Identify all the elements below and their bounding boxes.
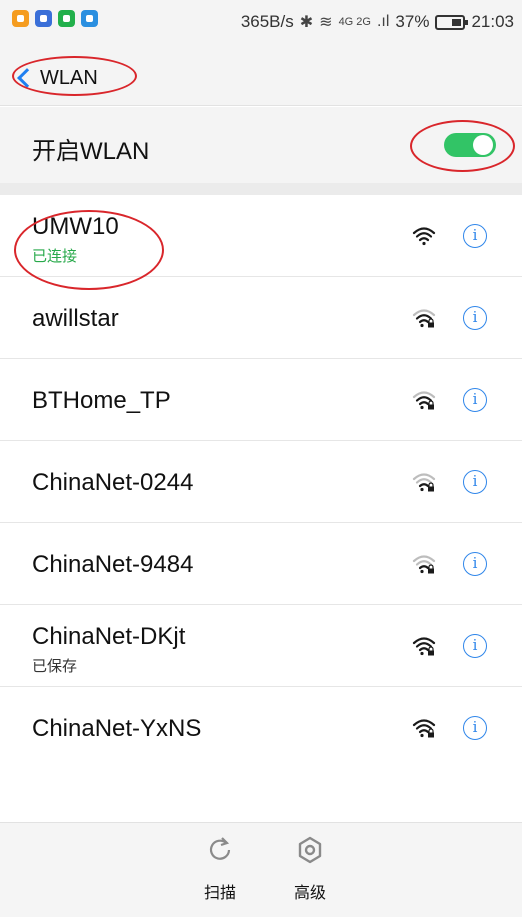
wifi-network-row[interactable]: BTHome_TP i bbox=[0, 359, 522, 441]
info-icon[interactable]: i bbox=[463, 716, 487, 740]
info-icon[interactable]: i bbox=[463, 552, 487, 576]
wifi-network-row[interactable]: ChinaNet-DKjt 已保存 i bbox=[0, 605, 522, 687]
status-bar: 365B/s ✱ ≋ 4G 2G .ıl 37% 21:03 bbox=[0, 0, 522, 50]
wlan-toggle-switch[interactable] bbox=[444, 133, 496, 157]
network-ssid: ChinaNet-9484 bbox=[32, 551, 194, 578]
app-notification-icon bbox=[35, 10, 52, 27]
wifi-locked-icon bbox=[412, 555, 436, 574]
scan-button[interactable]: 扫描 bbox=[190, 835, 250, 910]
network-ssid: ChinaNet-0244 bbox=[32, 469, 194, 496]
network-ssid: UMW10 bbox=[32, 213, 119, 240]
network-ssid: ChinaNet-DKjt bbox=[32, 623, 186, 650]
info-icon[interactable]: i bbox=[463, 634, 487, 658]
battery-icon bbox=[435, 14, 469, 30]
wifi-network-row[interactable]: ChinaNet-0244 i bbox=[0, 441, 522, 523]
network-status: 已保存 bbox=[32, 658, 78, 675]
refresh-icon bbox=[209, 837, 231, 860]
wifi-locked-icon bbox=[412, 309, 436, 328]
app-notification-icon bbox=[81, 10, 98, 27]
network-ssid: awillstar bbox=[32, 305, 119, 332]
network-type-icon: 4G 2G bbox=[338, 16, 371, 28]
info-icon[interactable]: i bbox=[463, 470, 487, 494]
wifi-network-row[interactable]: ChinaNet-YxNS i bbox=[0, 687, 522, 769]
app-notification-icon bbox=[58, 10, 75, 27]
network-speed: 365B/s bbox=[240, 12, 294, 31]
scan-label: 扫描 bbox=[203, 885, 236, 902]
app-header: WLAN bbox=[0, 50, 522, 106]
notification-icons bbox=[12, 10, 98, 27]
wifi-locked-icon bbox=[412, 637, 436, 656]
network-status: 已连接 bbox=[32, 248, 78, 265]
wifi-network-row[interactable]: UMW10 已连接 i bbox=[0, 195, 522, 277]
bottom-action-bar: 扫描 高级 bbox=[0, 822, 522, 917]
network-ssid: ChinaNet-YxNS bbox=[32, 715, 202, 742]
clock: 21:03 bbox=[471, 12, 514, 31]
wlan-toggle-row: 开启WLAN bbox=[0, 107, 522, 183]
wifi-locked-icon bbox=[412, 719, 436, 738]
back-button[interactable]: WLAN bbox=[14, 56, 98, 100]
battery-percent: 37% bbox=[395, 12, 430, 31]
gear-icon bbox=[298, 836, 322, 864]
advanced-label: 高级 bbox=[293, 885, 326, 902]
wlan-toggle-label: 开启WLAN bbox=[32, 138, 150, 165]
page-title: WLAN bbox=[40, 66, 98, 89]
wifi-network-row[interactable]: awillstar i bbox=[0, 277, 522, 359]
info-icon[interactable]: i bbox=[463, 224, 487, 248]
advanced-button[interactable]: 高级 bbox=[280, 835, 340, 910]
app-notification-icon bbox=[12, 10, 29, 27]
network-ssid: BTHome_TP bbox=[32, 387, 171, 414]
back-chevron-icon bbox=[17, 68, 37, 88]
wifi-locked-icon bbox=[412, 391, 436, 410]
bluetooth-icon: ✱ bbox=[299, 14, 314, 31]
wifi-network-row[interactable]: ChinaNet-9484 i bbox=[0, 523, 522, 605]
info-icon[interactable]: i bbox=[463, 388, 487, 412]
cell-signal-icon: .ıl bbox=[376, 13, 390, 30]
section-divider bbox=[0, 183, 522, 195]
wifi-status-icon: ≋ bbox=[319, 14, 333, 31]
info-icon[interactable]: i bbox=[463, 306, 487, 330]
toggle-knob bbox=[473, 135, 493, 155]
status-indicators: 365B/s ✱ ≋ 4G 2G .ıl 37% 21:03 bbox=[241, 12, 514, 32]
wifi-icon bbox=[412, 227, 436, 246]
wifi-network-list: UMW10 已连接 i awillstar i BTHome_TP i ChinaNet-02… bbox=[0, 195, 522, 769]
wifi-locked-icon bbox=[412, 473, 436, 492]
